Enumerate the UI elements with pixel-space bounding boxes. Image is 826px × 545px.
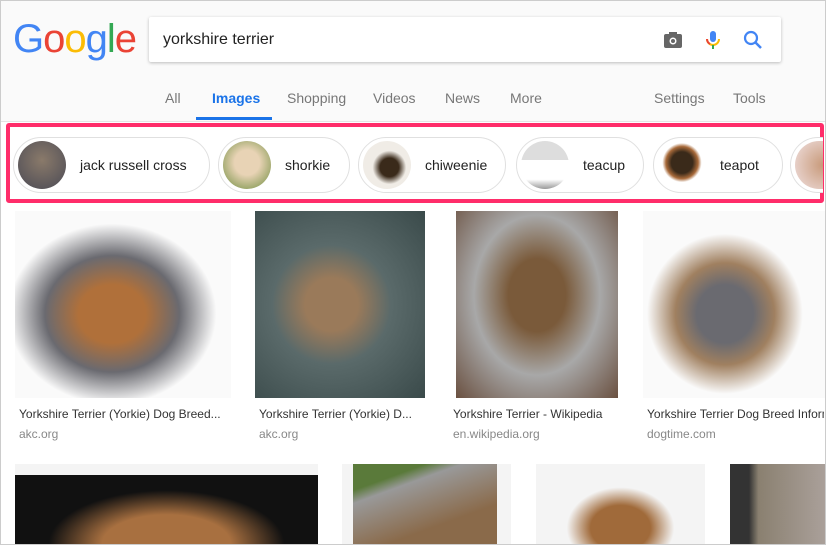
tab-more[interactable]: More	[510, 90, 542, 106]
result-image[interactable]	[456, 211, 618, 398]
tab-tools[interactable]: Tools	[733, 90, 766, 106]
chip-label: chiweenie	[425, 157, 488, 173]
result-image[interactable]	[255, 211, 425, 398]
microphone-icon[interactable]	[701, 28, 725, 52]
result-domain: dogtime.com	[647, 427, 716, 441]
active-tab-indicator	[196, 117, 272, 120]
result-title[interactable]: Yorkshire Terrier Dog Breed Information	[647, 407, 824, 421]
chip-thumbnail	[223, 141, 271, 189]
tab-settings[interactable]: Settings	[654, 90, 705, 106]
chip-label: teapot	[720, 157, 759, 173]
chip-jack-russell-cross[interactable]: jack russell cross	[13, 137, 210, 193]
result-image[interactable]	[15, 211, 231, 398]
chip-chiweenie[interactable]: chiweenie	[358, 137, 506, 193]
result-image[interactable]	[536, 464, 705, 544]
result-title[interactable]: Yorkshire Terrier - Wikipedia	[453, 407, 623, 421]
search-icon[interactable]	[741, 28, 765, 52]
chip-thumbnail	[363, 141, 411, 189]
result-image[interactable]	[342, 464, 511, 544]
chip-teapot[interactable]: teapot	[653, 137, 783, 193]
camera-icon[interactable]	[661, 28, 685, 52]
result-domain: akc.org	[19, 427, 59, 441]
chip-shorkie[interactable]: shorkie	[218, 137, 350, 193]
result-title[interactable]: Yorkshire Terrier (Yorkie) D...	[259, 407, 424, 421]
result-domain: en.wikipedia.org	[453, 427, 540, 441]
tab-images[interactable]: Images	[212, 90, 260, 106]
result-image[interactable]	[15, 464, 318, 544]
google-logo[interactable]: Google	[13, 17, 137, 62]
result-image[interactable]	[730, 464, 825, 544]
result-title[interactable]: Yorkshire Terrier (Yorkie) Dog Breed...	[19, 407, 229, 421]
chip-thumbnail	[521, 141, 569, 189]
result-domain: akc.org	[259, 427, 299, 441]
chip-thumbnail	[658, 141, 706, 189]
chip-thumbnail	[795, 141, 823, 189]
search-box	[149, 17, 781, 62]
chip-thumbnail	[18, 141, 66, 189]
chip-label: jack russell cross	[80, 157, 187, 173]
search-input[interactable]	[163, 17, 643, 62]
chip-label: teacup	[583, 157, 626, 173]
result-image[interactable]	[643, 211, 825, 398]
tab-all[interactable]: All	[165, 90, 181, 106]
tab-videos[interactable]: Videos	[373, 90, 416, 106]
chip-teacup[interactable]: teacup	[516, 137, 644, 193]
tab-news[interactable]: News	[445, 90, 480, 106]
tab-shopping[interactable]: Shopping	[287, 90, 346, 106]
chip-label: shorkie	[285, 157, 331, 173]
